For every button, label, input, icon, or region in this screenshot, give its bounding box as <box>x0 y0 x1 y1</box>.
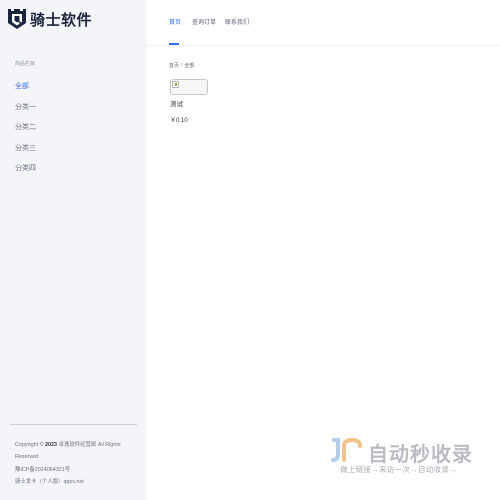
shop-info[interactable]: 骑士发卡（个人版）qqss.net <box>15 476 140 488</box>
tab-home[interactable]: 首页 <box>169 17 181 26</box>
watermark: 自动秒收录 做上链接→来访一次→自动收录→ <box>330 438 480 478</box>
brand-name: 骑士软件 <box>30 11 93 29</box>
breadcrumb-home[interactable]: 首页 <box>169 63 179 69</box>
product-name[interactable]: 测试 <box>170 98 208 108</box>
tab-contact-us[interactable]: 联系我们 <box>225 17 249 26</box>
copyright-prefix: Copyright © <box>15 442 44 448</box>
castle-shield-logo-icon <box>8 9 26 29</box>
tab-order-query[interactable]: 查询订单 <box>192 17 216 26</box>
category-item-all[interactable]: 全部 <box>15 82 36 103</box>
category-item-2[interactable]: 分类二 <box>15 123 36 144</box>
breadcrumb: 首页 / 全部 <box>169 62 194 69</box>
sidebar: 骑士软件 商品栏目 全部 分类一 分类二 分类三 分类四 Copyright ©… <box>0 0 147 500</box>
broken-image-icon <box>172 81 179 88</box>
category-section-title: 商品栏目 <box>15 61 36 67</box>
watermark-logo-icon <box>331 438 362 462</box>
copyright-year: 2023 <box>45 442 58 448</box>
icp-number[interactable]: 豫ICP备2024064321号 <box>15 464 140 476</box>
watermark-title: 自动秒收录 <box>368 444 473 466</box>
active-tab-indicator <box>169 43 179 45</box>
top-nav: 首页 查询订单 联系我们 <box>147 0 500 46</box>
sidebar-divider <box>10 424 137 425</box>
product-card[interactable]: 测试 ￥0.10 <box>170 79 208 124</box>
category-item-3[interactable]: 分类三 <box>15 144 36 165</box>
sidebar-footer: Copyright © 2023 卓逸软件经营部 All Rights Rese… <box>15 439 140 488</box>
brand-logo[interactable]: 骑士软件 <box>7 8 92 30</box>
copyright-line: Copyright © 2023 卓逸软件经营部 All Rights Rese… <box>15 439 140 464</box>
breadcrumb-current: 全部 <box>184 63 195 69</box>
product-price: ￥0.10 <box>170 118 188 124</box>
product-image[interactable] <box>170 79 208 95</box>
category-item-4[interactable]: 分类四 <box>15 164 36 185</box>
category-list: 全部 分类一 分类二 分类三 分类四 <box>15 82 36 185</box>
category-item-1[interactable]: 分类一 <box>15 103 36 124</box>
breadcrumb-separator: / <box>181 63 183 69</box>
main-content: 首页 查询订单 联系我们 首页 / 全部 测试 ￥0.10 <box>147 0 500 500</box>
watermark-subtitle: 做上链接→来访一次→自动收录→ <box>340 465 457 474</box>
